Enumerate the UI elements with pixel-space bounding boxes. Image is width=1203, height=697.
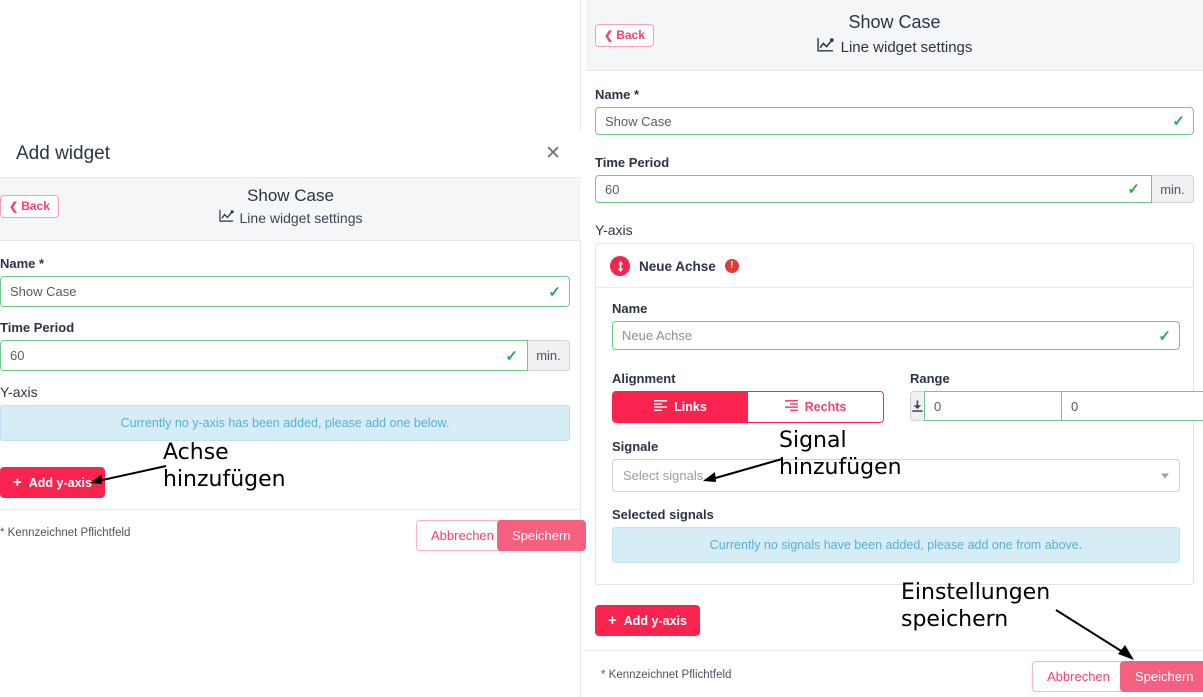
back-button[interactable]: ❮ Back <box>595 24 654 48</box>
left-time-period-group: Time Period ✓ min. <box>0 320 570 371</box>
time-period-label: Time Period <box>0 320 75 335</box>
time-period-unit: min. <box>1152 175 1194 203</box>
name-input-wrap: ✓ <box>595 107 1194 135</box>
widget-type-subheading: Line widget settings <box>0 206 581 226</box>
yaxis-label: Y-axis <box>595 222 633 238</box>
alignment-right-option[interactable]: Rechts <box>748 392 883 422</box>
right-time-period-group: Time Period ✓ min. <box>595 155 1194 203</box>
line-chart-icon <box>218 209 234 226</box>
required-field-note: * Kennzeichnet Pflichtfeld <box>601 669 732 681</box>
chevron-left-icon: ❮ <box>9 200 19 213</box>
dialog-titlebar: Add widget ✕ <box>0 130 581 178</box>
align-right-icon <box>784 400 798 414</box>
yaxis-empty-message: Currently no y-axis has been added, plea… <box>0 405 570 441</box>
screenshot-root: Add widget ✕ ❮ Back Show Case Line widge… <box>0 0 1203 697</box>
selected-signals-empty-message: Currently no signals have been added, pl… <box>612 527 1180 563</box>
save-button[interactable]: Speichern <box>1120 661 1203 692</box>
warning-exclamation-icon: ! <box>724 259 739 273</box>
yaxis-label: Y-axis <box>0 384 38 400</box>
time-period-input-wrap: ✓ min. <box>0 340 570 371</box>
right-name-field-group: Name * ✓ <box>595 87 1194 135</box>
add-yaxis-button[interactable]: + Add y-axis <box>0 467 105 498</box>
alignment-label: Alignment <box>612 371 676 386</box>
add-yaxis-label: Add y-axis <box>28 475 92 490</box>
signals-label: Signale <box>612 439 659 454</box>
widget-type-subheading: Line widget settings <box>586 33 1203 57</box>
range-inputs-row: ✓ ✓ <box>910 391 1203 421</box>
left-widget-subheader: ❮ Back Show Case Line widget settings <box>0 178 581 241</box>
plus-icon: + <box>13 474 22 491</box>
signals-group: Signale Select signals... <box>612 439 1180 492</box>
signals-select-placeholder: Select signals... <box>623 468 715 483</box>
time-period-input[interactable] <box>0 340 528 371</box>
yaxis-card-header: Neue Achse ! <box>596 244 1193 288</box>
page-title: Add widget <box>16 142 111 164</box>
close-icon[interactable]: ✕ <box>541 142 565 165</box>
range-group: Range ✓ <box>910 371 1203 421</box>
name-input[interactable] <box>595 107 1194 135</box>
plus-icon: + <box>608 612 617 629</box>
add-yaxis-label: Add y-axis <box>623 613 687 628</box>
chevron-down-icon <box>1161 473 1169 478</box>
yaxis-card-title: Neue Achse <box>639 258 716 274</box>
time-period-unit: min. <box>528 340 570 371</box>
save-button[interactable]: Speichern <box>497 520 586 551</box>
back-button[interactable]: ❮ Back <box>0 195 59 219</box>
back-button-label: Back <box>21 199 50 213</box>
right-footer-divider <box>586 650 1203 651</box>
left-add-widget-dialog: Add widget ✕ ❮ Back Show Case Line widge… <box>0 0 586 697</box>
widget-type-label: Line widget settings <box>840 38 973 56</box>
range-max-input-wrap: ✓ <box>1061 391 1203 421</box>
required-field-note: * Kennzeichnet Pflichtfeld <box>0 527 131 539</box>
right-line-widget-settings-panel: ❮ Back Show Case Line widget settings Na… <box>586 0 1203 697</box>
range-min-item: ✓ <box>910 391 1141 421</box>
range-max-item: ✓ <box>1047 391 1203 421</box>
name-input-wrap: ✓ <box>0 276 570 307</box>
selected-signals-label: Selected signals <box>612 507 714 522</box>
range-max-input[interactable] <box>1061 391 1203 421</box>
line-chart-icon <box>816 37 834 57</box>
arrow-down-to-line-icon <box>910 391 924 421</box>
axis-name-group: Name ✓ <box>612 301 1180 350</box>
name-input[interactable] <box>0 276 570 307</box>
left-footer-divider <box>0 509 581 510</box>
time-period-label: Time Period <box>595 155 670 170</box>
axis-name-input-wrap: ✓ <box>612 321 1180 350</box>
name-label: Name * <box>595 87 640 102</box>
time-period-input-wrap: ✓ min. <box>595 175 1194 203</box>
selected-signals-group: Selected signals Currently no signals ha… <box>612 507 1180 563</box>
yaxis-card: Neue Achse ! Name ✓ Alignment <box>595 243 1203 585</box>
alignment-group: Alignment Links Rechts <box>612 371 884 423</box>
widget-type-label: Line widget settings <box>239 209 363 226</box>
updown-arrows-icon[interactable] <box>610 256 630 276</box>
alignment-left-option[interactable]: Links <box>613 392 748 422</box>
left-name-field-group: Name * ✓ <box>0 256 570 307</box>
back-button-label: Back <box>616 28 645 42</box>
axis-name-label: Name <box>612 301 648 316</box>
axis-name-input[interactable] <box>612 321 1180 350</box>
left-yaxis-group: Y-axis Currently no y-axis has been adde… <box>0 384 570 441</box>
signals-select[interactable]: Select signals... <box>612 459 1180 492</box>
align-left-icon <box>654 400 668 414</box>
cancel-button[interactable]: Abbrechen <box>1032 661 1125 692</box>
cancel-button[interactable]: Abbrechen <box>416 520 509 551</box>
right-widget-subheader: ❮ Back Show Case Line widget settings <box>586 0 1203 71</box>
add-yaxis-button[interactable]: + Add y-axis <box>595 605 700 636</box>
alignment-left-label: Links <box>674 400 707 414</box>
widget-name-heading: Show Case <box>848 12 941 32</box>
alignment-toggle-group: Links Rechts <box>612 391 884 423</box>
chevron-left-icon: ❮ <box>604 29 614 42</box>
widget-name-heading: Show Case <box>247 186 334 205</box>
alignment-right-label: Rechts <box>804 400 847 414</box>
time-period-input[interactable] <box>595 175 1152 203</box>
name-label: Name * <box>0 256 45 271</box>
range-label: Range <box>910 371 950 386</box>
